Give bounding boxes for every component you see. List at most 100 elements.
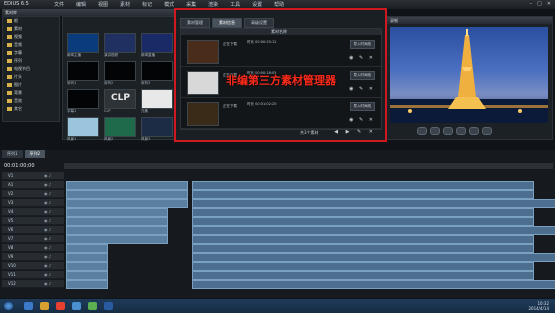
timeline-clip[interactable] [66, 244, 108, 253]
track-controls[interactable]: ◉ ♪ [44, 271, 51, 278]
timeline-clip[interactable] [192, 235, 534, 244]
track-controls[interactable]: ◉ ♪ [44, 280, 51, 287]
minimize-icon[interactable]: – [530, 1, 533, 7]
timeline-track[interactable]: V6 ◉ ♪ [2, 226, 555, 235]
timeline-clip[interactable] [192, 280, 555, 289]
play-button[interactable] [443, 127, 453, 135]
app-icon-2[interactable] [88, 302, 97, 310]
folder-item[interactable]: 背景 [3, 89, 59, 97]
folder-item[interactable]: 根 [3, 17, 59, 25]
track-controls[interactable]: ◉ ♪ [44, 244, 51, 251]
timeline-track[interactable]: V8 ◉ ♪ [2, 244, 553, 253]
track-controls[interactable]: ◉ ♪ [44, 208, 51, 215]
timeline-track[interactable]: V11 ◉ ♪ [2, 271, 553, 280]
track-controls[interactable]: ◉ ♪ [44, 235, 51, 242]
start-button[interactable] [4, 302, 13, 310]
timeline-track[interactable]: V2 ◉ ♪ [2, 190, 553, 199]
asset-row[interactable]: 正在下载 时长 00:01:02:20 导入时间线 ◉ ✎ ✕ [181, 98, 381, 129]
timeline-clip[interactable] [192, 190, 534, 199]
clip-thumbnail[interactable]: CLP [104, 89, 136, 109]
dialog-tab[interactable]: 素材信息 [212, 18, 242, 28]
ie-icon[interactable] [24, 302, 33, 310]
rewind-button[interactable] [417, 127, 427, 135]
edius-taskbar-icon[interactable] [104, 302, 113, 310]
track-controls[interactable]: ◉ ♪ [44, 253, 51, 260]
timeline-track[interactable]: V1 ◉ ♪ [2, 172, 553, 180]
timeline-track[interactable]: V12 ◉ ♪ [2, 280, 555, 289]
menu-item[interactable]: 视图 [98, 1, 108, 8]
timeline-clip[interactable] [192, 199, 555, 208]
menu-item[interactable]: 帮助 [274, 1, 284, 8]
fast-forward-button[interactable] [469, 127, 479, 135]
folder-item[interactable]: 音效 [3, 97, 59, 105]
clip-thumbnail[interactable] [67, 89, 99, 109]
track-controls[interactable]: ◉ ♪ [44, 226, 51, 233]
timeline-track[interactable]: V7 ◉ ♪ [2, 235, 553, 244]
menu-item[interactable]: 素材 [120, 1, 130, 8]
folder-item[interactable]: 片头 [3, 73, 59, 81]
footer-icons[interactable]: ◀ ▶ ✎ ✕ [334, 129, 376, 135]
timeline-clip[interactable] [66, 190, 188, 199]
asset-row[interactable]: 正在下载 时长 00:00:25:12 导入时间线 ◉ ✎ ✕ [181, 36, 381, 67]
import-button[interactable]: 导入时间线 [349, 71, 375, 80]
folder-item[interactable]: 音频 [3, 41, 59, 49]
timeline-clip[interactable] [66, 253, 108, 262]
timeline-clip[interactable] [192, 208, 534, 217]
clip-thumbnail[interactable] [141, 33, 173, 53]
timeline-clip[interactable] [192, 244, 534, 253]
clip-thumbnail[interactable] [67, 61, 99, 81]
import-button[interactable]: 导入时间线 [349, 40, 375, 49]
menu-item[interactable]: 模式 [164, 1, 174, 8]
app-icon[interactable] [72, 302, 81, 310]
menu-item[interactable]: 编辑 [76, 1, 86, 8]
dialog-tab[interactable]: 高级设置 [244, 18, 274, 28]
clip-thumbnail[interactable] [104, 33, 136, 53]
track-controls[interactable]: ◉ ♪ [44, 172, 51, 179]
timeline-track[interactable]: A1 ◉ ♪ [2, 181, 553, 190]
timeline-clip[interactable] [192, 271, 534, 280]
sequence-tab[interactable]: 序列2 [24, 150, 46, 158]
chrome-icon[interactable] [56, 302, 65, 310]
folder-item[interactable]: 字幕 [3, 49, 59, 57]
menu-item[interactable]: 标记 [142, 1, 152, 8]
track-controls[interactable]: ◉ ♪ [44, 217, 51, 224]
timeline-ruler[interactable] [64, 163, 553, 169]
track-controls[interactable]: ◉ ♪ [44, 199, 51, 206]
timeline-clip[interactable] [66, 208, 168, 217]
folder-item[interactable]: 视频 [3, 33, 59, 41]
menu-item[interactable]: 设置 [252, 1, 262, 8]
timeline-clip[interactable] [192, 262, 534, 271]
track-controls[interactable]: ◉ ♪ [44, 190, 51, 197]
menu-item[interactable]: 工具 [230, 1, 240, 8]
track-controls[interactable]: ◉ ♪ [44, 181, 51, 188]
maximize-icon[interactable]: □ [537, 1, 542, 7]
timeline-clip[interactable] [66, 235, 168, 244]
clip-thumbnail[interactable] [141, 61, 173, 81]
timeline-clip[interactable] [192, 217, 534, 226]
row-action-icons[interactable]: ◉ ✎ ✕ [349, 117, 375, 123]
timeline-track[interactable]: V5 ◉ ♪ [2, 217, 553, 226]
clip-thumbnail[interactable] [67, 117, 99, 137]
timeline-clip[interactable] [192, 253, 555, 262]
step-back-button[interactable] [430, 127, 440, 135]
preview-viewer[interactable] [390, 27, 548, 123]
clip-thumbnail[interactable] [104, 117, 136, 137]
clip-thumbnail[interactable] [141, 89, 173, 109]
dialog-tab[interactable]: 素材管理 [180, 18, 210, 28]
clip-thumbnail[interactable] [104, 61, 136, 81]
row-action-icons[interactable]: ◉ ✎ ✕ [349, 86, 375, 92]
menu-item[interactable]: 采集 [186, 1, 196, 8]
timeline-track[interactable]: V3 ◉ ♪ [2, 199, 555, 208]
import-button[interactable]: 导入时间线 [349, 102, 375, 111]
timeline-clip[interactable] [66, 181, 188, 190]
folder-item[interactable]: 其它 [3, 105, 59, 113]
track-controls[interactable]: ◉ ♪ [44, 262, 51, 269]
timeline-track[interactable]: V9 ◉ ♪ [2, 253, 555, 262]
step-forward-button[interactable] [456, 127, 466, 135]
menu-item[interactable]: 文件 [54, 1, 64, 8]
menu-item[interactable]: 渲染 [208, 1, 218, 8]
timeline-clip[interactable] [66, 199, 188, 208]
timeline-track[interactable]: V10 ◉ ♪ [2, 262, 553, 271]
timeline-clip[interactable] [192, 226, 555, 235]
timeline-clip[interactable] [66, 217, 168, 226]
